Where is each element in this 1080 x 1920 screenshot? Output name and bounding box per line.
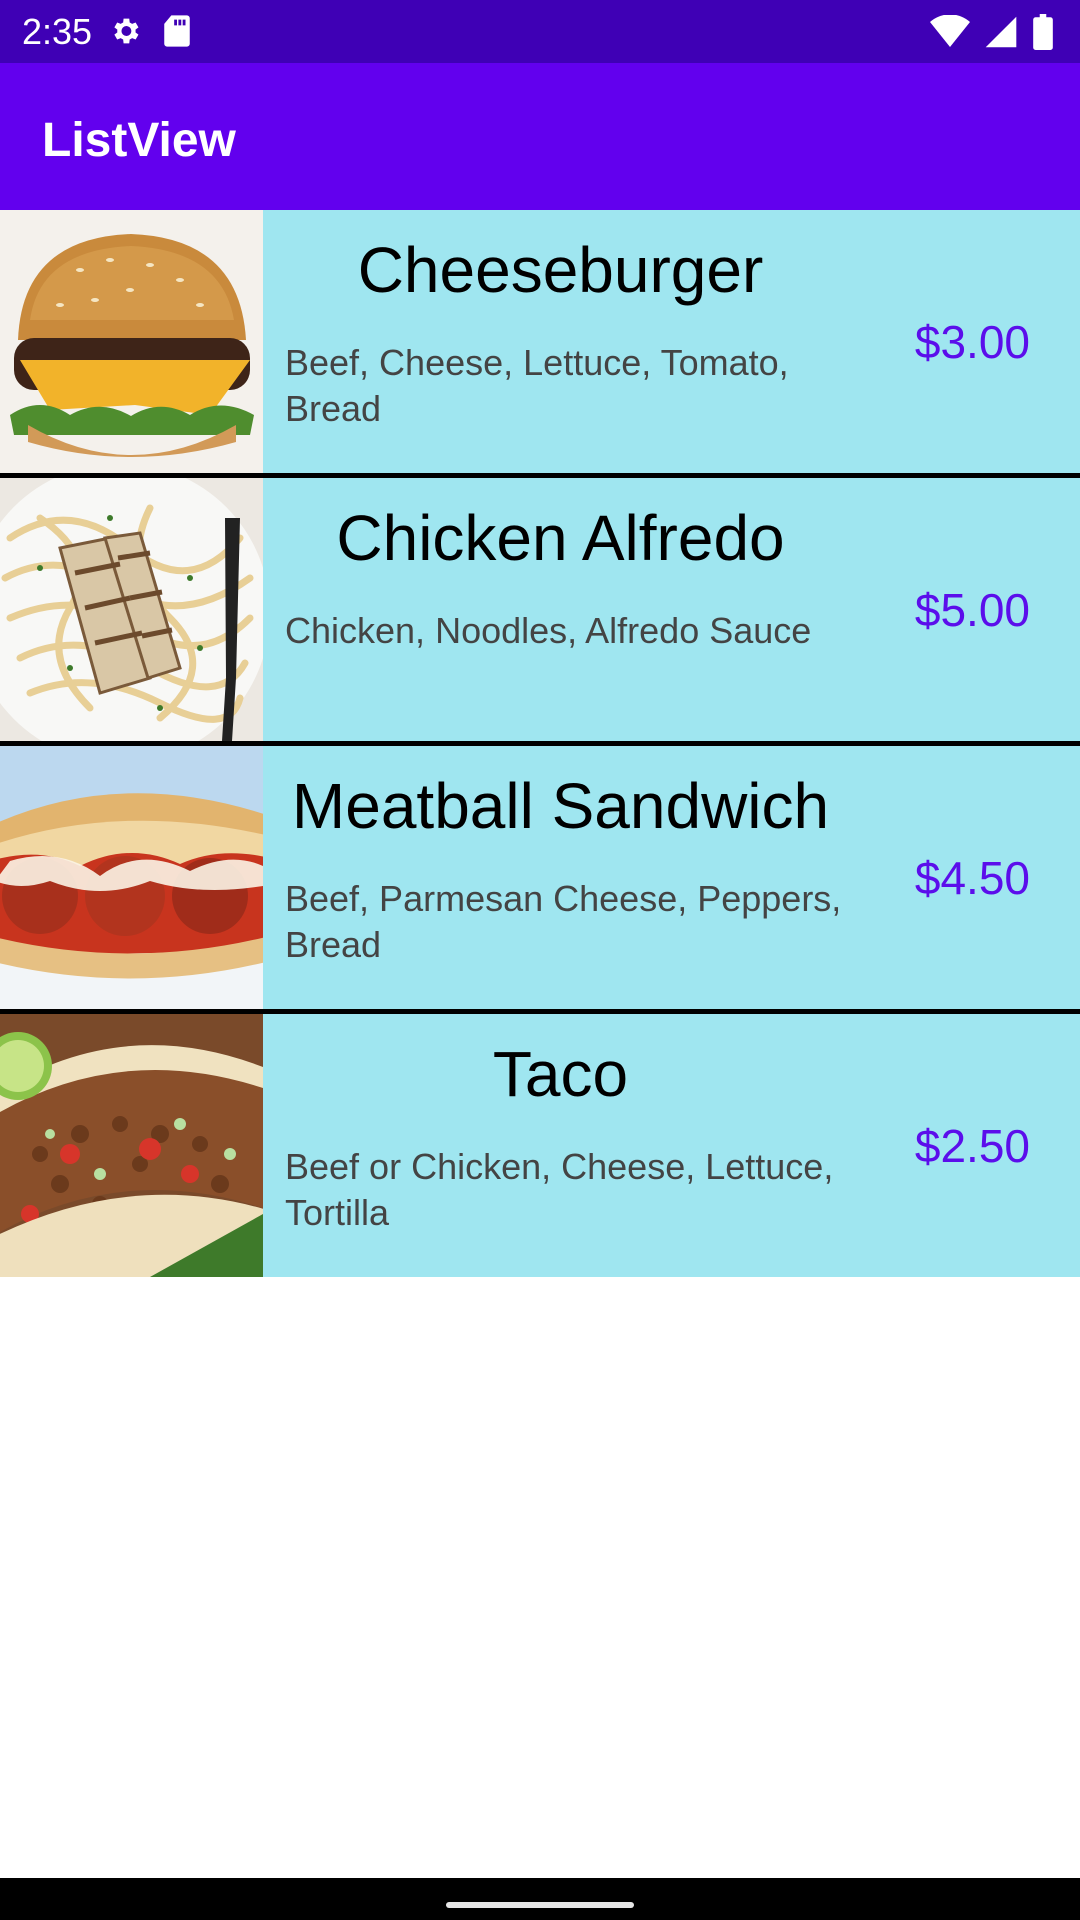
gear-icon bbox=[108, 14, 142, 48]
status-bar: 2:35 bbox=[0, 0, 1080, 63]
taco-image bbox=[0, 1014, 263, 1277]
item-description: Beef, Cheese, Lettuce, Tomato, Bread bbox=[285, 342, 789, 429]
item-price: $5.00 bbox=[914, 584, 1030, 636]
item-title: Taco bbox=[492, 1038, 629, 1110]
list-item[interactable]: Cheeseburger Beef, Cheese, Lettuce, Toma… bbox=[0, 210, 1080, 473]
list-item[interactable]: Chicken Alfredo Chicken, Noodles, Alfred… bbox=[0, 478, 1080, 741]
item-price: $3.00 bbox=[914, 316, 1030, 368]
item-price: $2.50 bbox=[914, 1120, 1030, 1172]
home-gesture-handle[interactable] bbox=[446, 1902, 634, 1908]
navigation-bar bbox=[0, 1878, 1080, 1920]
status-time: 2:35 bbox=[22, 11, 93, 52]
signal-icon bbox=[984, 15, 1018, 49]
sd-card-icon bbox=[162, 14, 192, 48]
cheeseburger-image bbox=[0, 210, 263, 473]
item-description: Beef or Chicken, Cheese, Lettuce, Tortil… bbox=[285, 1146, 834, 1233]
item-title: Meatball Sandwich bbox=[291, 770, 830, 842]
item-price: $4.50 bbox=[914, 852, 1030, 904]
wifi-icon bbox=[930, 15, 970, 49]
app-title: ListView bbox=[42, 114, 236, 167]
item-title: Chicken Alfredo bbox=[336, 502, 785, 574]
item-description: Chicken, Noodles, Alfredo Sauce bbox=[285, 610, 812, 651]
item-description: Beef, Parmesan Cheese, Peppers, Bread bbox=[285, 878, 842, 965]
list-item[interactable]: Taco Beef or Chicken, Cheese, Lettuce, T… bbox=[0, 1014, 1080, 1277]
chicken-alfredo-image bbox=[0, 478, 263, 741]
meatball-sandwich-image bbox=[0, 746, 263, 1009]
list-item[interactable]: Meatball Sandwich Beef, Parmesan Cheese,… bbox=[0, 746, 1080, 1009]
battery-icon bbox=[1032, 14, 1054, 50]
app-bar: ListView bbox=[0, 63, 1080, 210]
food-list[interactable]: Cheeseburger Beef, Cheese, Lettuce, Toma… bbox=[0, 210, 1080, 1277]
item-title: Cheeseburger bbox=[357, 234, 764, 306]
